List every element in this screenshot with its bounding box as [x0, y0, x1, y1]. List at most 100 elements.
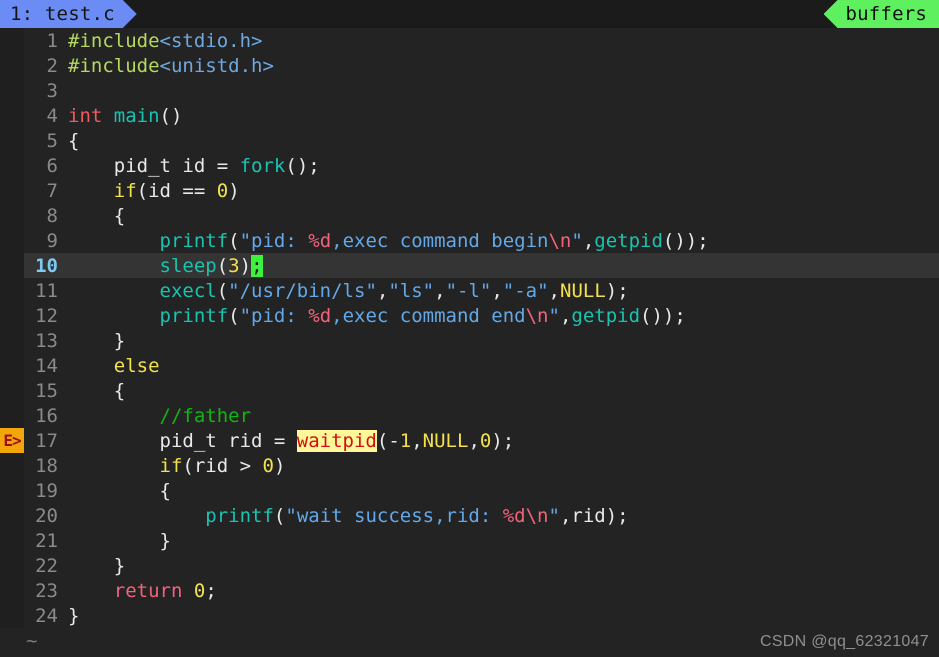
code-token: " [548, 304, 560, 327]
code-line[interactable]: 15 { [0, 378, 939, 403]
sign-column [0, 28, 24, 53]
code-token: else [113, 354, 160, 377]
code-token: main [113, 104, 160, 127]
code-line[interactable]: 3 [0, 78, 939, 103]
line-content: else [66, 355, 939, 377]
code-buffer[interactable]: 1 #include<stdio.h> 2 #include<unistd.h> 3 4 i… [0, 28, 939, 657]
code-line[interactable]: 12 printf("pid: %d,exec command end\n",g… [0, 303, 939, 328]
code-token: ,exec command end [331, 304, 526, 327]
code-line[interactable]: 5{ [0, 128, 939, 153]
code-token: , [559, 304, 572, 327]
sign-column [0, 253, 24, 278]
line-number: 20 [35, 504, 58, 527]
code-token: ( [273, 504, 286, 527]
code-token: "-a" [502, 279, 549, 302]
code-token: , [491, 279, 503, 302]
tab-test-c[interactable]: 1: test.c [0, 0, 137, 28]
code-line[interactable]: 16 //father [0, 403, 939, 428]
code-token: if [113, 179, 137, 202]
line-content: execl("/usr/bin/ls","ls","-l","-a",NULL)… [66, 280, 939, 302]
code-token: "-l" [445, 279, 492, 302]
code-line[interactable]: 11 execl("/usr/bin/ls","ls","-l","-a",NU… [0, 278, 939, 303]
code-line[interactable]: 1 #include<stdio.h> [0, 28, 939, 53]
code-line[interactable]: 19 { [0, 478, 939, 503]
code-token: ) [239, 254, 252, 277]
code-token: getpid [594, 229, 663, 252]
code-token: %d [502, 504, 526, 527]
line-number: 3 [46, 79, 58, 102]
code-token: { [68, 204, 126, 227]
code-token: %d [308, 229, 332, 252]
line-number: 4 [46, 104, 58, 127]
line-content: printf("pid: %d,exec command begin\n",ge… [66, 230, 939, 252]
code-line[interactable]: 2 #include<unistd.h> [0, 53, 939, 78]
line-content: printf("pid: %d,exec command end\n",getp… [66, 305, 939, 327]
tilde-marker: ~ [26, 629, 38, 652]
line-number: 8 [46, 204, 58, 227]
sign-column [0, 128, 24, 153]
code-line[interactable]: 7 if(id == 0) [0, 178, 939, 203]
tab-buffers[interactable]: buffers [823, 0, 939, 28]
code-line[interactable]: E> 17 pid_t rid = waitpid(-1,NULL,0); [0, 428, 939, 453]
code-token: " [548, 504, 560, 527]
code-token: ) [228, 179, 240, 202]
sign-column [0, 553, 24, 578]
sign-column [0, 228, 24, 253]
code-token: { [68, 129, 80, 152]
code-line[interactable]: 14 else [0, 353, 939, 378]
line-content: { [66, 130, 939, 152]
code-line[interactable]: 13 } [0, 328, 939, 353]
code-token: , [468, 429, 480, 452]
line-content: pid_t rid = waitpid(-1,NULL,0); [66, 429, 939, 452]
code-token: 0 [479, 429, 492, 452]
tab-label: 1: test.c [10, 3, 115, 25]
line-content: pid_t id = fork(); [66, 155, 939, 177]
code-token: %d [308, 304, 332, 327]
code-token: #include [68, 54, 160, 77]
code-token: return [113, 579, 183, 602]
line-number: 17 [35, 429, 58, 452]
code-line[interactable]: 21 } [0, 528, 939, 553]
code-line[interactable]: 24} [0, 603, 939, 628]
line-number: 19 [35, 479, 58, 502]
line-number: 13 [35, 329, 58, 352]
code-token: ()); [662, 229, 709, 252]
code-line[interactable]: 20 printf("wait success,rid: %d\n",rid); [0, 503, 939, 528]
editor-screen: 1: test.c buffers 1 #include<stdio.h> 2 #in… [0, 0, 939, 657]
sign-column [0, 203, 24, 228]
code-line[interactable]: 9 printf("pid: %d,exec command begin\n",… [0, 228, 939, 253]
line-number: 23 [35, 579, 58, 602]
line-number: 1 [46, 29, 58, 52]
code-token: (); [285, 154, 320, 177]
tabline: 1: test.c buffers [0, 0, 939, 28]
code-line[interactable]: 18 if(rid > 0) [0, 453, 939, 478]
line-content: if(id == 0) [66, 180, 939, 202]
code-line[interactable]: 8 { [0, 203, 939, 228]
code-line[interactable]: 6 pid_t id = fork(); [0, 153, 939, 178]
line-content: sleep(3); [66, 254, 939, 277]
code-line[interactable]: 23 return 0; [0, 578, 939, 603]
code-token: 0 [193, 579, 206, 602]
code-token: ) [273, 454, 286, 477]
code-token: fork [239, 154, 286, 177]
sign-column [0, 378, 24, 403]
line-number: 24 [35, 604, 58, 627]
line-number: 2 [46, 54, 58, 77]
code-line[interactable]: 22 } [0, 553, 939, 578]
error-highlight: waitpid [296, 429, 377, 452]
sign-column [0, 328, 24, 353]
code-line[interactable]: 10 sleep(3); [0, 253, 939, 278]
code-token: (rid > [182, 454, 263, 477]
line-content: } [66, 605, 939, 627]
code-token: (id == [136, 179, 217, 202]
code-line[interactable]: 4 int main() [0, 103, 939, 128]
code-token: } [68, 529, 171, 552]
sign-column [0, 103, 24, 128]
